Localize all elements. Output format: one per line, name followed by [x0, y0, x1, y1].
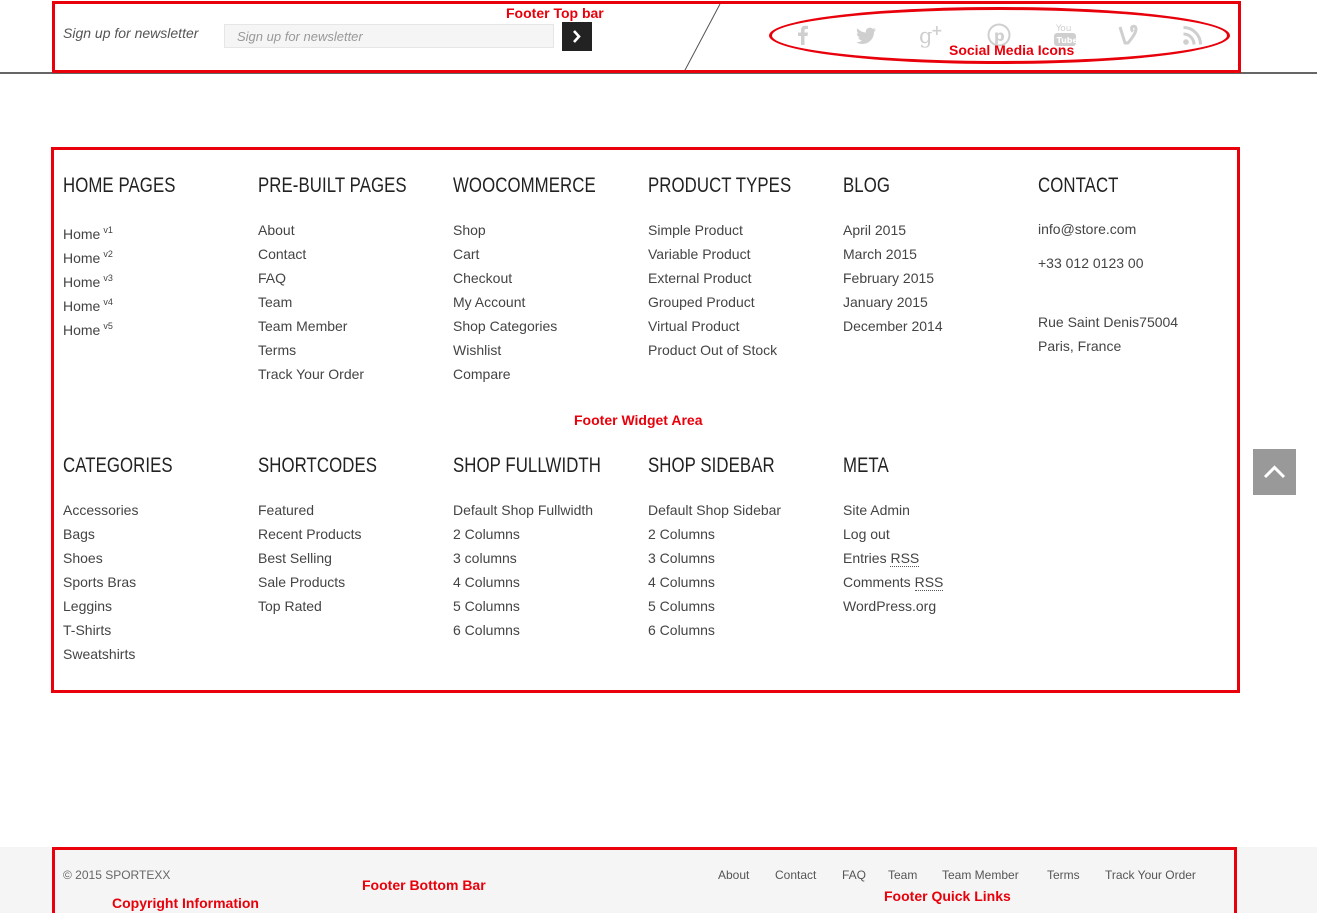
annotation-label-bottom-bar: Footer Bottom Bar: [362, 877, 486, 893]
annotation-label-top-bar: Footer Top bar: [506, 5, 604, 21]
annotation-label-quick-links: Footer Quick Links: [884, 888, 1011, 904]
annotation-label-copyright: Copyright Information: [112, 895, 259, 911]
annotation-label-widget-area: Footer Widget Area: [574, 412, 703, 428]
annotation-label-social: Social Media Icons: [949, 42, 1075, 58]
chevron-up-icon: [1263, 465, 1286, 479]
back-to-top-button[interactable]: [1253, 449, 1296, 495]
